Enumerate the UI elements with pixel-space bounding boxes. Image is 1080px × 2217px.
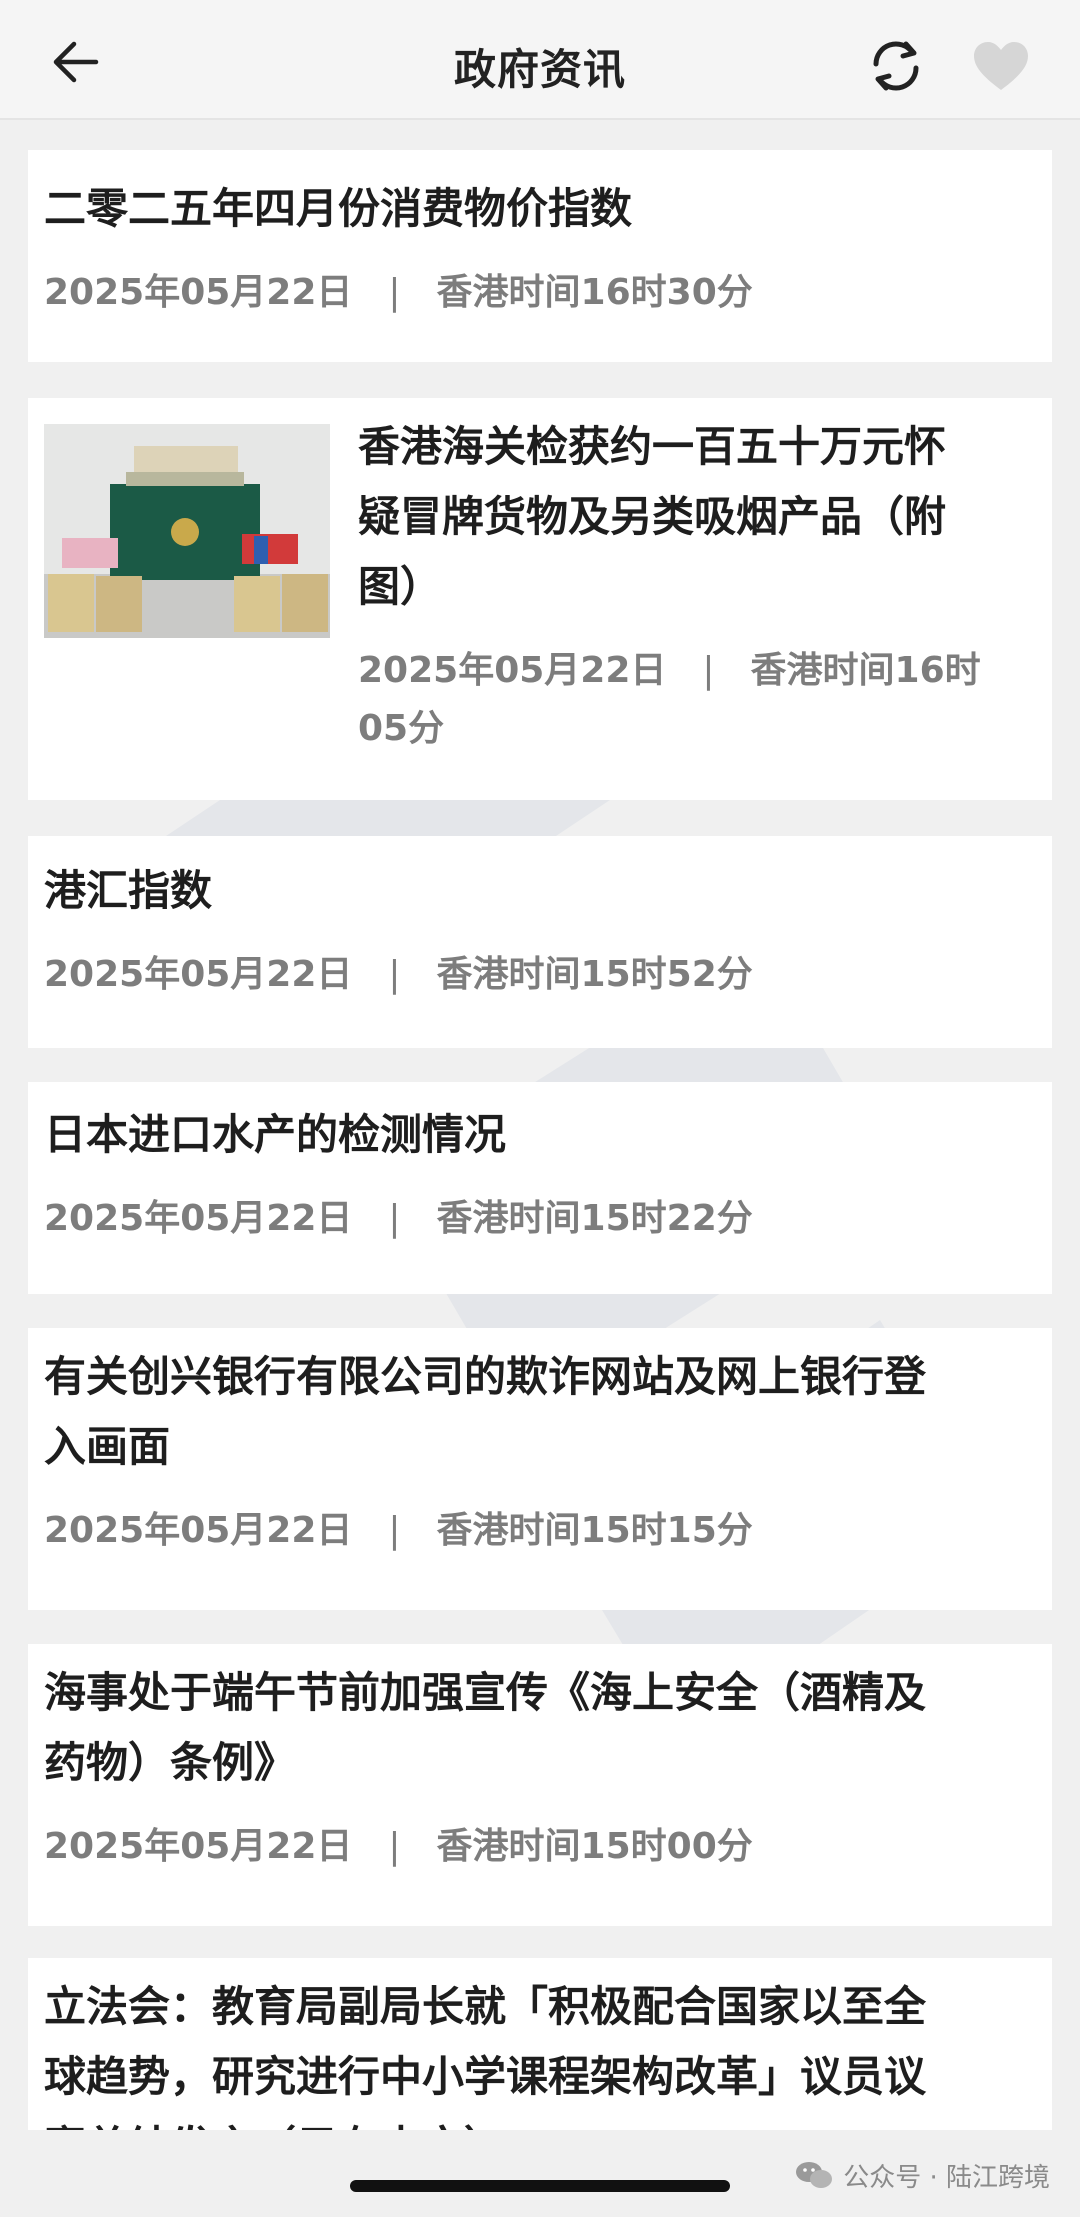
news-time-continued: 05分 — [358, 708, 445, 749]
news-date: 2025年05月22日 — [44, 1198, 353, 1239]
news-time: 香港时间15时00分 — [436, 1826, 753, 1867]
news-title-line: 入画面 — [44, 1422, 171, 1471]
news-title-line: 图） — [358, 562, 443, 611]
news-meta: 2025年05月22日 | 香港时间16时30分 — [44, 264, 1012, 322]
news-item[interactable]: 立法会：教育局副局长就「积极配合国家以至全 球趋势，研究进行中小学课程架构改革」… — [28, 1958, 1052, 2130]
news-title: 港汇指数 — [44, 866, 213, 915]
meta-separator: | — [388, 1826, 401, 1867]
news-title-line: 案总结发言（只有中文） — [44, 2112, 1012, 2130]
news-date: 2025年05月22日 — [44, 954, 353, 995]
home-indicator[interactable] — [350, 2180, 730, 2192]
news-time: 香港时间16时30分 — [436, 272, 753, 313]
news-title-line: 海事处于端午节前加强宣传《海上安全（酒精及 — [44, 1668, 927, 1717]
seized-goods-image — [44, 424, 330, 638]
news-title-line: 球趋势，研究进行中小学课程架构改革」议员议 — [44, 2052, 927, 2101]
watermark-text: 公众号 · 陆江跨境 — [843, 2162, 1050, 2193]
news-item[interactable]: 香港海关检获约一百五十万元怀 疑冒牌货物及另类吸烟产品（附 图） 2025年05… — [28, 398, 1052, 800]
news-meta: 2025年05月22日 | 香港时间15时15分 — [44, 1502, 1012, 1560]
refresh-button[interactable] — [866, 36, 926, 96]
news-meta: 2025年05月22日 | 香港时间16时 — [358, 642, 1012, 700]
news-title-line: 立法会：教育局副局长就「积极配合国家以至全 — [44, 1982, 927, 2031]
heart-icon — [974, 42, 1028, 90]
news-item[interactable]: 日本进口水产的检测情况 2025年05月22日 | 香港时间15时22分 — [28, 1082, 1052, 1294]
news-date: 2025年05月22日 — [44, 1826, 353, 1867]
news-title: 二零二五年四月份消费物价指数 — [44, 184, 633, 233]
news-title-line: 疑冒牌货物及另类吸烟产品（附 — [358, 492, 947, 541]
news-time: 香港时间15时52分 — [436, 954, 753, 995]
meta-separator: | — [388, 1510, 401, 1551]
news-date: 2025年05月22日 — [44, 1510, 353, 1551]
news-title-line: 药物）条例》 — [44, 1738, 297, 1787]
news-meta: 2025年05月22日 | 香港时间15时22分 — [44, 1190, 1012, 1248]
top-bar: 政府资讯 — [0, 0, 1080, 120]
account-watermark: 公众号 · 陆江跨境 — [795, 2155, 1050, 2195]
news-date: 2025年05月22日 — [358, 650, 667, 691]
favorite-button[interactable] — [972, 40, 1030, 94]
news-time: 香港时间15时15分 — [436, 1510, 753, 1551]
news-list[interactable]: 二零二五年四月份消费物价指数 2025年05月22日 | 香港时间16时30分 — [0, 120, 1080, 2130]
news-item[interactable]: 海事处于端午节前加强宣传《海上安全（酒精及 药物）条例》 2025年05月22日… — [28, 1644, 1052, 1926]
meta-separator: | — [388, 272, 401, 313]
meta-separator: | — [388, 1198, 401, 1239]
news-date: 2025年05月22日 — [44, 272, 353, 313]
meta-separator: | — [388, 954, 401, 995]
wechat-icon — [796, 2162, 833, 2188]
news-title-line: 有关创兴银行有限公司的欺诈网站及网上银行登 — [44, 1352, 927, 1401]
meta-separator: | — [702, 650, 715, 691]
news-thumbnail — [44, 424, 330, 638]
news-item[interactable]: 港汇指数 2025年05月22日 | 香港时间15时52分 — [28, 836, 1052, 1048]
news-title: 日本进口水产的检测情况 — [44, 1110, 507, 1159]
refresh-icon — [873, 41, 919, 91]
news-item[interactable]: 有关创兴银行有限公司的欺诈网站及网上银行登 入画面 2025年05月22日 | 香港… — [28, 1328, 1052, 1610]
news-item[interactable]: 二零二五年四月份消费物价指数 2025年05月22日 | 香港时间16时30分 — [28, 150, 1052, 362]
news-time: 香港时间15时22分 — [436, 1198, 753, 1239]
news-meta: 2025年05月22日 | 香港时间15时00分 — [44, 1818, 1012, 1876]
news-meta: 2025年05月22日 | 香港时间15时52分 — [44, 946, 1012, 1004]
news-time: 香港时间16时 — [750, 650, 981, 691]
news-title-line: 香港海关检获约一百五十万元怀 — [358, 422, 947, 471]
